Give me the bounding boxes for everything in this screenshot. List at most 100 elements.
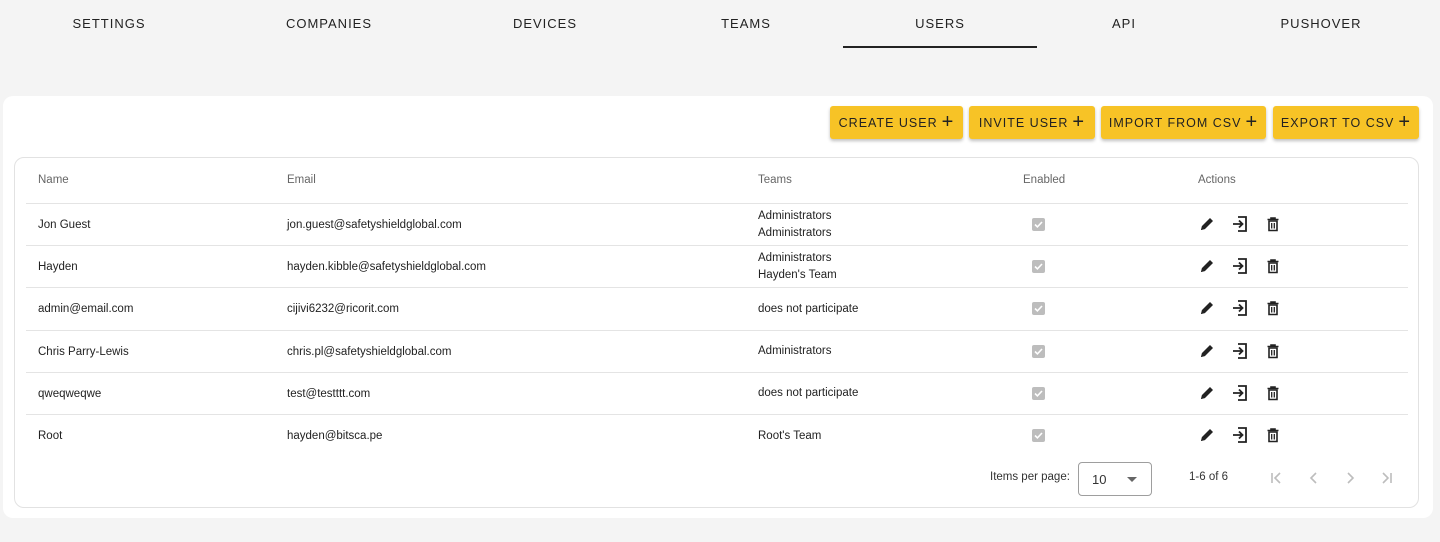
edit-user-button[interactable] xyxy=(1197,425,1217,445)
login-icon xyxy=(1231,215,1249,233)
edit-user-button[interactable] xyxy=(1197,383,1217,403)
export-csv-label: EXPORT TO CSV xyxy=(1280,115,1395,130)
login-icon xyxy=(1231,384,1249,402)
pencil-icon xyxy=(1199,216,1215,232)
trash-icon xyxy=(1265,427,1281,443)
login-as-user-button[interactable] xyxy=(1230,425,1250,445)
next-page-button[interactable] xyxy=(1341,469,1359,487)
login-as-user-button[interactable] xyxy=(1230,341,1250,361)
first-page-button[interactable] xyxy=(1267,469,1285,487)
check-icon xyxy=(1034,305,1043,313)
delete-user-button[interactable] xyxy=(1263,298,1283,318)
tab-users[interactable]: USERS xyxy=(843,0,1037,48)
tab-pushover[interactable]: PUSHOVER xyxy=(1224,0,1418,48)
header-name[interactable]: Name xyxy=(38,174,69,186)
table-row: Jon Guest jon.guest@safetyshieldglobal.co… xyxy=(26,203,1408,245)
user-teams-cell: Administrators Hayden's Team xyxy=(758,246,837,288)
chevron-left-icon xyxy=(1309,472,1317,484)
login-icon xyxy=(1231,342,1249,360)
team-name: Administrators xyxy=(758,345,832,358)
trash-icon xyxy=(1265,300,1281,316)
pencil-icon xyxy=(1199,427,1215,443)
user-teams-cell: does not participate xyxy=(758,288,858,330)
team-name: Administrators xyxy=(758,227,832,239)
create-user-label: CREATE USER xyxy=(838,115,938,130)
enabled-checkbox xyxy=(1032,302,1045,316)
header-enabled[interactable]: Enabled xyxy=(1023,174,1065,186)
check-icon xyxy=(1034,390,1043,397)
tab-api[interactable]: API xyxy=(1027,0,1221,48)
items-per-page-label: Items per page: xyxy=(990,471,1070,483)
user-teams-cell: Administrators Administrators xyxy=(758,204,832,246)
tab-companies[interactable]: COMPANIES xyxy=(232,0,426,48)
row-actions xyxy=(1197,298,1283,320)
pencil-icon xyxy=(1199,300,1215,316)
edit-user-button[interactable] xyxy=(1197,298,1217,318)
row-actions xyxy=(1197,214,1283,236)
row-actions xyxy=(1197,256,1283,278)
login-as-user-button[interactable] xyxy=(1230,256,1250,276)
login-icon xyxy=(1231,299,1249,317)
team-name: Administrators xyxy=(758,210,832,222)
delete-user-button[interactable] xyxy=(1263,425,1283,445)
trash-icon xyxy=(1265,343,1281,359)
last-page-button[interactable] xyxy=(1378,469,1396,487)
tab-teams[interactable]: TEAMS xyxy=(649,0,843,48)
edit-user-button[interactable] xyxy=(1197,256,1217,276)
header-teams[interactable]: Teams xyxy=(758,174,792,186)
user-name-cell: admin@email.com xyxy=(38,303,134,316)
enabled-checkbox xyxy=(1032,260,1045,274)
check-icon xyxy=(1034,348,1043,355)
user-email-cell: jon.guest@safetyshieldglobal.com xyxy=(287,219,462,231)
table-row: admin@email.com cijivi6232@ricorit.com doe… xyxy=(26,287,1408,329)
user-name-cell: Jon Guest xyxy=(38,219,91,231)
edit-user-button[interactable] xyxy=(1197,214,1217,234)
header-email[interactable]: Email xyxy=(287,174,316,186)
team-name: does not participate xyxy=(758,387,859,400)
invite-user-button[interactable]: INVITE USER + xyxy=(969,106,1095,139)
check-icon xyxy=(1034,221,1043,229)
team-name: Hayden's Team xyxy=(758,269,837,282)
delete-user-button[interactable] xyxy=(1263,341,1283,361)
delete-user-button[interactable] xyxy=(1263,383,1283,403)
pencil-icon xyxy=(1199,343,1215,359)
login-as-user-button[interactable] xyxy=(1230,214,1250,234)
login-icon xyxy=(1231,257,1249,275)
create-user-button[interactable]: CREATE USER + xyxy=(830,106,963,139)
user-name-cell: qweqweqwe xyxy=(38,387,102,400)
export-csv-button[interactable]: EXPORT TO CSV + xyxy=(1273,106,1419,139)
team-name: does not participate xyxy=(758,302,859,315)
plus-icon: + xyxy=(1072,110,1086,133)
plus-icon: + xyxy=(1398,110,1412,133)
tab-settings[interactable]: SETTINGS xyxy=(12,0,206,48)
import-csv-button[interactable]: IMPORT FROM CSV + xyxy=(1101,106,1266,139)
table-row: Root hayden@bitsca.pe Root's Team xyxy=(26,414,1408,456)
trash-icon xyxy=(1265,258,1281,274)
row-actions xyxy=(1197,425,1283,447)
login-as-user-button[interactable] xyxy=(1230,383,1250,403)
chevron-down-icon xyxy=(1127,476,1137,482)
user-name-cell: Root xyxy=(38,430,63,442)
chevron-right-icon xyxy=(1347,472,1355,484)
user-teams-cell: does not participate xyxy=(758,373,858,415)
login-as-user-button[interactable] xyxy=(1230,298,1250,318)
delete-user-button[interactable] xyxy=(1263,256,1283,276)
delete-user-button[interactable] xyxy=(1263,214,1283,234)
tab-devices[interactable]: DEVICES xyxy=(448,0,642,48)
plus-icon: + xyxy=(941,110,955,133)
table-row: Chris Parry-Lewis chris.pl@safetyshieldgl… xyxy=(26,329,1408,373)
trash-icon xyxy=(1265,216,1281,232)
plus-icon: + xyxy=(1245,110,1259,133)
page-size-select[interactable]: 10 xyxy=(1078,462,1152,496)
page-range-label: 1-6 of 6 xyxy=(1189,471,1228,483)
top-tab-bar: SETTINGS COMPANIES DEVICES TEAMS USERS A… xyxy=(0,0,1440,48)
row-actions xyxy=(1197,341,1283,363)
header-actions: Actions xyxy=(1198,174,1236,186)
previous-page-button[interactable] xyxy=(1305,469,1323,487)
user-email-cell: chris.pl@safetyshieldglobal.com xyxy=(287,345,452,358)
user-teams-cell: Administrators xyxy=(758,331,832,373)
user-name-cell: Chris Parry-Lewis xyxy=(38,345,129,358)
page-size-value: 10 xyxy=(1092,471,1107,487)
edit-user-button[interactable] xyxy=(1197,341,1217,361)
last-page-icon xyxy=(1382,472,1392,484)
